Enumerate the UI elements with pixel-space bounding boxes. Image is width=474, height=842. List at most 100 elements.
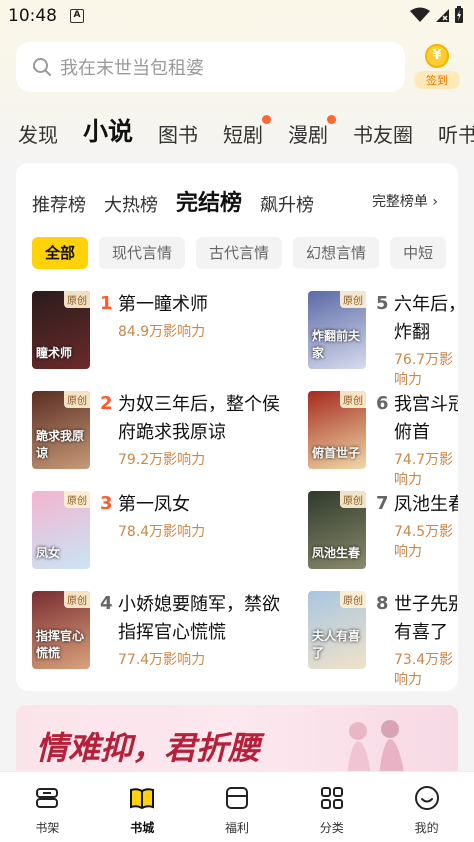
book-item[interactable]: 原创 指挥官心慌慌 4 小娇媳要随军，禁欲指挥官心慌慌 77.4万影响力 <box>32 591 302 671</box>
book-open-icon <box>130 788 155 810</box>
banner-title: 情难抑，君折腰 <box>36 729 261 767</box>
book-influence: 84.9万影响力 <box>118 324 206 340</box>
nav-category[interactable]: 分类 <box>284 772 379 842</box>
search-icon <box>33 58 51 76</box>
wifi-icon <box>410 7 430 22</box>
status-time: 10:48 <box>8 6 57 26</box>
tab-label: 发现 <box>18 123 58 147</box>
tab-label: 图书 <box>158 123 199 147</box>
search-placeholder: 我在末世当包租婆 <box>60 58 204 79</box>
rank-number: 8 <box>376 593 389 614</box>
rank-number: 6 <box>376 393 389 414</box>
notification-icon: A <box>70 9 84 23</box>
rank-tab-completed[interactable]: 完结榜 <box>176 185 242 217</box>
full-ranking-label: 完整榜单 <box>371 194 428 210</box>
chevron-right-icon: › <box>432 194 438 210</box>
book-title: 第一凤女 <box>118 494 190 515</box>
rank-number: 3 <box>100 493 113 514</box>
cover-title: 指挥官心慌慌 <box>36 629 85 660</box>
book-item[interactable]: 原创炸翻前夫家 5 六年后，四个幼崽炸翻 76.7万影响力 <box>308 291 458 388</box>
checkin-button[interactable]: ¥ 签到 <box>414 44 460 90</box>
tab-label: 书友圈 <box>353 123 414 147</box>
original-tag: 原创 <box>340 391 366 408</box>
book-cover: 原创凤女 <box>32 491 90 569</box>
cover-title: 俯首世子 <box>312 446 361 460</box>
full-ranking-link[interactable]: 完整榜单 › <box>372 191 438 211</box>
smile-icon <box>414 786 439 810</box>
new-dot-badge <box>262 115 272 124</box>
tab-comic-drama[interactable]: 漫剧 <box>288 115 337 148</box>
tab-label: 短剧 <box>223 123 264 147</box>
tab-book-friends[interactable]: 书友圈 <box>353 119 413 148</box>
book-cover: 原创 瞳术师 <box>32 291 90 369</box>
rank-tab-recommend[interactable]: 推荐榜 <box>32 191 86 217</box>
tab-label: 小说 <box>83 117 134 146</box>
book-item[interactable]: 原创夫人有喜了 8 世子先别死，夫人有喜了 73.4万影响力 <box>308 591 458 688</box>
original-tag: 原创 <box>64 491 90 508</box>
cover-title: 凤池生春 <box>312 546 361 560</box>
book-title: 为奴三年后，整个侯府跪求我原谅 <box>118 394 280 443</box>
book-influence: 73.4万影响力 <box>394 652 454 688</box>
checkin-label: 签到 <box>414 71 460 89</box>
tab-audiobook[interactable]: 听书 <box>438 119 474 148</box>
bookshelf-icon <box>36 788 59 808</box>
search-box[interactable]: 我在末世当包租婆 <box>16 42 405 92</box>
status-icons <box>410 6 464 24</box>
tab-short-drama[interactable]: 短剧 <box>223 115 272 148</box>
nav-label: 我的 <box>414 821 439 835</box>
nav-welfare[interactable]: 福利 <box>190 772 285 842</box>
rank-number: 7 <box>376 493 389 514</box>
ranking-tabs: 推荐榜 大热榜 完结榜 飙升榜 <box>32 185 332 217</box>
bottom-nav: 书架 书城 福利 分类 我的 <box>0 771 474 842</box>
rank-number: 4 <box>100 593 113 614</box>
cover-title: 炸翻前夫家 <box>312 329 361 360</box>
nav-bookstore[interactable]: 书城 <box>95 772 190 842</box>
tab-label: 听书 <box>438 123 474 147</box>
filter-short[interactable]: 中短 <box>390 237 447 269</box>
book-cover: 原创俯首世子 <box>308 391 366 469</box>
tab-discover[interactable]: 发现 <box>18 119 58 148</box>
book-title: 第一瞳术师 <box>118 294 208 315</box>
filter-ancient-romance[interactable]: 古代言情 <box>196 237 283 269</box>
book-cover: 原创夫人有喜了 <box>308 591 366 669</box>
nav-bookshelf[interactable]: 书架 <box>0 772 95 842</box>
cover-title: 瞳术师 <box>36 346 73 360</box>
book-influence: 77.4万影响力 <box>118 652 206 668</box>
rank-tab-rising[interactable]: 飙升榜 <box>260 191 314 217</box>
rank-number: 2 <box>100 393 113 414</box>
genre-filters: 全部 现代言情 古代言情 幻想言情 中短 <box>32 237 457 269</box>
book-influence: 74.7万影响力 <box>394 452 454 488</box>
book-cover: 原创 指挥官心慌慌 <box>32 591 90 669</box>
original-tag: 原创 <box>340 591 366 608</box>
rank-number: 1 <box>100 293 113 314</box>
cover-title: 凤女 <box>36 546 61 560</box>
coin-icon: ¥ <box>425 44 449 68</box>
filter-fantasy-romance[interactable]: 幻想言情 <box>293 237 380 269</box>
book-item[interactable]: 原创俯首世子 6 我宫斗冠军，世子俯首 74.7万影响力 <box>308 391 458 488</box>
book-influence: 78.4万影响力 <box>118 524 206 540</box>
book-item[interactable]: 原创凤池生春 7 凤池生春 74.5万影响力 <box>308 491 458 571</box>
filter-modern-romance[interactable]: 现代言情 <box>99 237 186 269</box>
book-influence: 74.5万影响力 <box>394 524 454 560</box>
tab-books[interactable]: 图书 <box>158 119 198 148</box>
tab-label: 漫剧 <box>288 123 329 147</box>
book-item[interactable]: 原创 瞳术师 1 第一瞳术师 84.9万影响力 <box>32 291 302 371</box>
cover-title: 夫人有喜了 <box>312 629 361 660</box>
book-item[interactable]: 原创凤女 3 第一凤女 78.4万影响力 <box>32 491 302 571</box>
book-title: 六年后，四个幼崽炸翻 <box>394 294 458 343</box>
status-bar: 10:48 A <box>0 0 474 34</box>
gift-box-icon <box>225 787 248 809</box>
original-tag: 原创 <box>64 391 90 408</box>
nav-label: 福利 <box>224 821 249 835</box>
book-title: 我宫斗冠军，世子俯首 <box>394 394 458 443</box>
book-title: 小娇媳要随军，禁欲指挥官心慌慌 <box>118 594 280 643</box>
filter-all[interactable]: 全部 <box>32 237 89 269</box>
book-cover: 原创 跪求我原谅 <box>32 391 90 469</box>
book-cover: 原创凤池生春 <box>308 491 366 569</box>
book-item[interactable]: 原创 跪求我原谅 2 为奴三年后，整个侯府跪求我原谅 79.2万影响力 <box>32 391 302 471</box>
original-tag: 原创 <box>340 491 366 508</box>
tab-novel[interactable]: 小说 <box>83 112 133 148</box>
rank-tab-hot[interactable]: 大热榜 <box>104 191 158 217</box>
nav-profile[interactable]: 我的 <box>379 772 474 842</box>
nav-label: 书架 <box>35 821 60 835</box>
